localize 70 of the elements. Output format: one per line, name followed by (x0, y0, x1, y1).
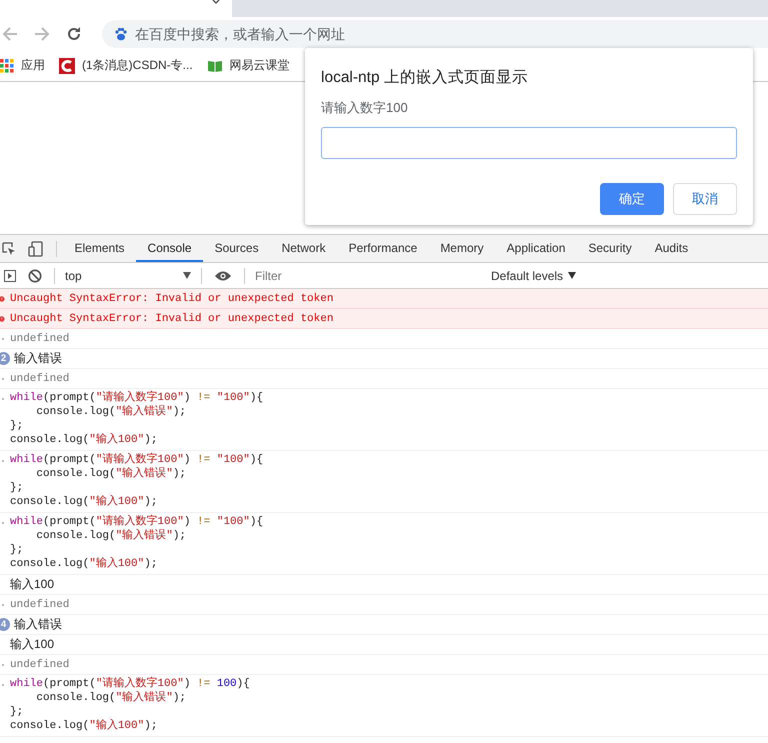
result-text: undefined (10, 372, 70, 384)
code-line: console.log("输入错误"); (35, 467, 188, 481)
book-icon (206, 58, 223, 72)
result-dot-icon (0, 376, 6, 380)
c-logo-icon (59, 58, 75, 74)
bookmark[interactable]: (1条消息)CSDN-专... (59, 57, 193, 74)
result-text: undefined (10, 332, 70, 344)
devtools-tab[interactable]: Elements (63, 235, 136, 262)
levels-dropdown[interactable]: Default levels (487, 268, 580, 282)
log-text: 输入错误 (14, 616, 62, 633)
log-text: 输入100 (10, 576, 54, 593)
error-text: Uncaught SyntaxError: Invalid or unexpected token (10, 312, 334, 324)
error-icon (0, 314, 6, 324)
code-line: console.log("输入100"); (10, 433, 158, 447)
repeat-count-badge: 4 (0, 618, 10, 631)
result-text: undefined (10, 598, 70, 610)
confirm-button[interactable]: 确定 (600, 183, 664, 215)
code-line: }; (10, 543, 24, 557)
caret-icon (568, 272, 576, 279)
code-line: while(prompt("请输入数字100") != "100"){ (10, 391, 264, 405)
context-select[interactable]: top (61, 268, 195, 282)
devtools-tab[interactable]: Network (270, 235, 338, 262)
sidebar-toggle-icon[interactable] (4, 268, 16, 282)
code-line: while(prompt("请输入数字100") != "100"){ (10, 453, 264, 467)
apps-grid-icon (0, 58, 14, 72)
devtools-tab[interactable]: Performance (337, 235, 429, 262)
devtools-tab[interactable]: Application (495, 235, 577, 262)
repeat-count-badge: 2 (0, 352, 10, 365)
log-text: 输入100 (10, 636, 54, 653)
code-line: while(prompt("请输入数字100") != "100"){ (10, 515, 264, 529)
cancel-button[interactable]: 取消 (673, 183, 737, 215)
bookmark[interactable]: 应用 (0, 57, 45, 74)
clear-icon[interactable] (28, 268, 42, 282)
dialog-title: local-ntp 上的嵌入式页面显示 (321, 68, 529, 88)
input-field[interactable] (321, 127, 737, 159)
devtools-tab[interactable]: Console (136, 235, 204, 262)
bookmark[interactable]: 网易云课堂 (206, 57, 290, 74)
device-icon[interactable] (28, 240, 44, 256)
code-line: console.log("输入100"); (10, 557, 158, 571)
inspect-icon[interactable] (2, 242, 16, 256)
command-dot-icon (0, 459, 6, 463)
caret-icon (183, 272, 191, 279)
devtools-tab[interactable]: Audits (643, 235, 700, 262)
devtools-tab[interactable]: Security (576, 235, 644, 262)
command-dot-icon (0, 521, 6, 525)
code-line: }; (10, 481, 24, 495)
reload-icon[interactable] (66, 26, 82, 42)
code-line: console.log("输入100"); (10, 719, 158, 733)
dialog-message: 请输入数字100 (321, 99, 409, 117)
result-text: undefined (10, 658, 70, 670)
error-icon (0, 294, 6, 304)
devtools-tab[interactable]: Sources (203, 235, 270, 262)
log-text: 输入错误 (14, 350, 62, 367)
command-dot-icon (0, 683, 6, 687)
code-line: while(prompt("请输入数字100") != 100){ (10, 677, 250, 691)
code-line: }; (10, 705, 24, 719)
error-text: Uncaught SyntaxError: Invalid or unexpected token (10, 292, 334, 304)
devtools-tab[interactable]: Memory (428, 235, 496, 262)
result-dot-icon (0, 602, 6, 606)
code-line: }; (10, 419, 24, 433)
eye-icon[interactable] (214, 270, 232, 282)
result-dot-icon (0, 662, 6, 666)
code-line: console.log("输入100"); (10, 495, 158, 509)
command-dot-icon (0, 397, 6, 401)
paw-icon (114, 26, 128, 40)
code-line: console.log("输入错误"); (35, 529, 188, 543)
address-field[interactable]: 在百度中搜索，或者输入一个网址 (102, 20, 768, 48)
code-line: console.log("输入错误"); (35, 405, 188, 419)
result-dot-icon (0, 336, 6, 340)
code-line: console.log("输入错误"); (35, 691, 188, 705)
